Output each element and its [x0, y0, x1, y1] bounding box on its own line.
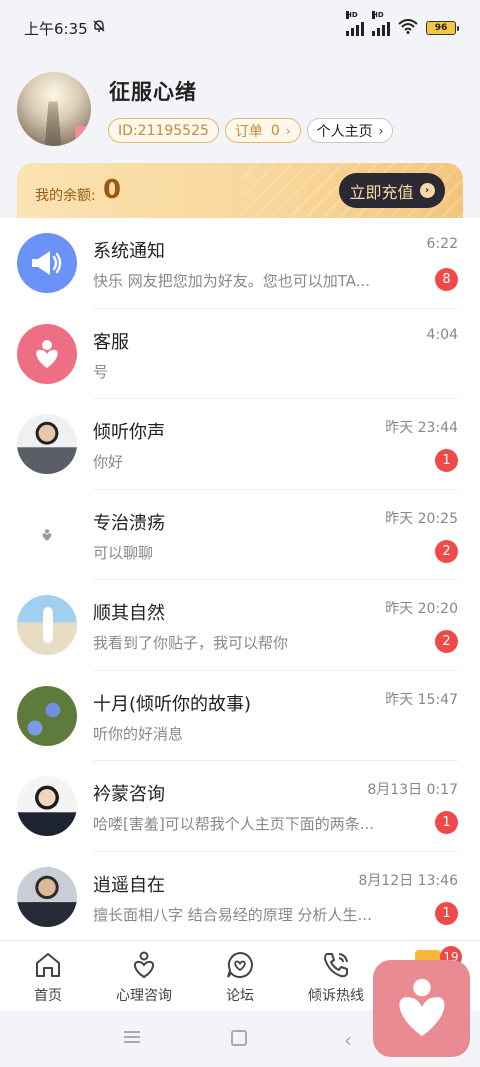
conversation-time: 4:04: [426, 326, 458, 343]
signal-icon: HD: [372, 11, 390, 36]
heart-person-icon: [128, 949, 160, 981]
unread-badge: 8: [435, 268, 458, 291]
tab-hotline[interactable]: 倾诉热线: [288, 941, 384, 1010]
wifi-icon: [398, 19, 418, 37]
heart-person-icon: [389, 974, 455, 1044]
home-icon: [32, 949, 64, 981]
conversation-name: 专治溃疡: [93, 512, 165, 534]
balance-card: 我的余额: 0 立即充值 ›: [17, 163, 463, 223]
conversation-time: 昨天 15:47: [385, 691, 458, 708]
conversation-name: 衿蒙咨询: [93, 784, 165, 805]
user-photo-avatar: [17, 866, 77, 927]
order-label: 订单: [234, 123, 263, 140]
tab-label: 首页: [34, 988, 62, 1004]
phone-icon: [320, 949, 352, 981]
heart-person-icon: [17, 504, 77, 565]
tab-label: 倾诉热线: [308, 988, 364, 1004]
order-count: 0: [270, 122, 280, 139]
conversation-name: 顺其自然: [93, 603, 165, 624]
conversation-time: 昨天 23:44: [385, 420, 458, 436]
menu-icon[interactable]: [124, 1031, 140, 1043]
conversation-preview: 擅长面相八字 结合易经的原理 分析人生...: [93, 905, 372, 924]
recharge-label: 立即充值: [349, 182, 414, 202]
signal-icon: HD: [346, 11, 364, 36]
conversation-item[interactable]: 衿蒙咨询 8月13日 0:17 哈喽[害羞]可以帮我个人主页下面的两条... 1: [0, 761, 480, 852]
conversation-time: 6:22: [426, 236, 458, 252]
tab-home[interactable]: 首页: [0, 941, 96, 1010]
user-photo-avatar: [17, 595, 77, 655]
conversation-item[interactable]: 专治溃疡 昨天 20:25 可以聊聊 2: [0, 490, 480, 580]
conversation-name: 十月(倾听你的故事): [93, 693, 252, 715]
conversation-item[interactable]: 倾听你声 昨天 23:44 你好 1: [0, 399, 480, 490]
vip-badge-icon: [75, 126, 89, 140]
order-button[interactable]: 订单 0 ›: [224, 118, 301, 143]
balance-value: 0: [103, 175, 122, 205]
clock-text: 上午6:35: [24, 19, 88, 38]
unread-badge: 2: [435, 539, 458, 563]
conversation-item[interactable]: 客服 4:04 号: [0, 309, 480, 399]
arrow-right-icon: ›: [419, 183, 435, 198]
unread-badge: 2: [435, 630, 458, 653]
battery-icon: 96: [426, 21, 459, 35]
avatar[interactable]: [17, 72, 91, 146]
conversation-preview: 号: [93, 362, 109, 381]
conversation-preview: 我看到了你贴子，我可以帮你: [93, 634, 289, 652]
tab-forum[interactable]: 论坛: [192, 941, 288, 1010]
homepage-label: 个人主页: [316, 123, 373, 140]
user-id-pill: ID:21195525: [108, 118, 219, 143]
network-label-1: HD: [346, 11, 358, 19]
chat-heart-icon: [224, 949, 256, 981]
tab-counseling[interactable]: 心理咨询: [96, 941, 192, 1010]
conversation-preview: 快乐 网友把您加为好友。您也可以加TA...: [93, 272, 371, 290]
conversation-name: 倾听你声: [93, 422, 165, 443]
profile-pills: ID:21195525 订单 0 › 个人主页 ›: [108, 118, 394, 143]
conversation-time: 8月12日 13:46: [358, 872, 458, 889]
conversation-item[interactable]: 顺其自然 昨天 20:20 我看到了你贴子，我可以帮你 2: [0, 580, 480, 671]
conversation-time: 8月13日 0:17: [367, 782, 458, 798]
user-nickname: 征服心绪: [109, 80, 197, 104]
conversation-preview: 可以聊聊: [93, 543, 154, 562]
conversation-time: 昨天 20:25: [385, 510, 458, 527]
megaphone-icon: [17, 233, 77, 293]
heart-person-icon: [17, 323, 77, 384]
chevron-right-icon: ›: [285, 123, 291, 138]
user-photo-avatar: [17, 685, 77, 746]
conversation-preview: 听你的好消息: [93, 724, 184, 743]
status-time-group: 上午6:35: [24, 18, 106, 39]
network-label-2: HD: [372, 11, 384, 19]
unread-badge: 1: [435, 811, 458, 834]
tab-label: 论坛: [226, 988, 254, 1004]
status-bar: 上午6:35 HD HD 96: [0, 0, 480, 56]
user-id-text: ID:21195525: [118, 122, 209, 139]
conversation-list[interactable]: 系统通知 6:22 快乐 网友把您加为好友。您也可以加TA... 8 客服 4:…: [0, 218, 480, 940]
bell-muted-icon: [92, 19, 106, 37]
conversation-preview: 哈喽[害羞]可以帮我个人主页下面的两条...: [93, 815, 375, 833]
conversation-name: 逍遥自在: [93, 874, 165, 896]
conversation-name: 客服: [93, 331, 129, 353]
balance-label: 我的余额:: [35, 188, 96, 204]
homepage-button[interactable]: 个人主页 ›: [306, 118, 394, 143]
unread-badge: 1: [435, 901, 458, 925]
user-photo-avatar: [17, 414, 77, 474]
user-photo-avatar: [17, 776, 77, 836]
floating-app-button[interactable]: [373, 960, 470, 1057]
conversation-time: 昨天 20:20: [385, 601, 458, 617]
conversation-item[interactable]: 十月(倾听你的故事) 昨天 15:47 听你的好消息: [0, 671, 480, 761]
chevron-right-icon: ›: [378, 123, 384, 138]
profile-header: 征服心绪 ID:21195525 订单 0 › 个人主页 ›: [17, 70, 467, 150]
back-icon[interactable]: ‹: [344, 1028, 352, 1052]
tab-label: 心理咨询: [116, 988, 172, 1004]
conversation-item[interactable]: 逍遥自在 8月12日 13:46 擅长面相八字 结合易经的原理 分析人生... …: [0, 852, 480, 941]
conversation-item[interactable]: 系统通知 6:22 快乐 网友把您加为好友。您也可以加TA... 8: [0, 218, 480, 309]
recharge-button[interactable]: 立即充值 ›: [339, 173, 445, 208]
home-square-icon[interactable]: [231, 1030, 247, 1046]
conversation-name: 系统通知: [93, 241, 165, 262]
status-icons: HD HD 96: [346, 11, 459, 37]
battery-level: 96: [434, 23, 448, 33]
unread-badge: 1: [435, 449, 458, 472]
conversation-preview: 你好: [93, 453, 124, 471]
